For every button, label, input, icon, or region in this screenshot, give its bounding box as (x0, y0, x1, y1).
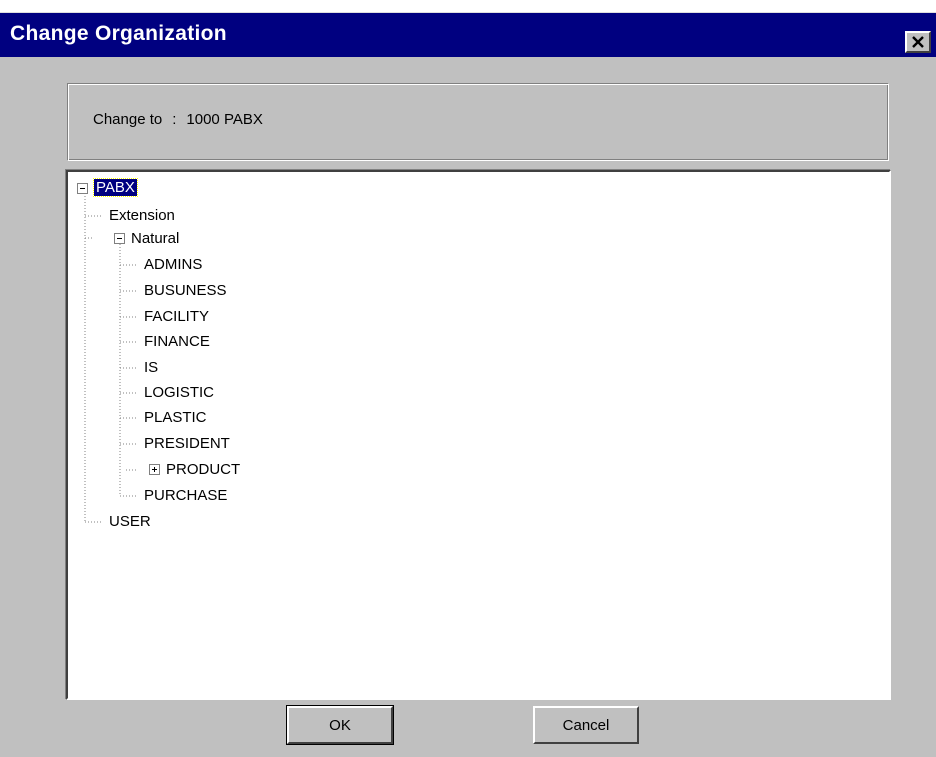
tree-node-facility[interactable]: FACILITY (142, 306, 211, 328)
tree-node-extension[interactable]: Extension (107, 205, 177, 227)
change-to-value: 1000 PABX (186, 111, 263, 128)
tree-node-user[interactable]: USER (107, 511, 153, 533)
tree-node-busuness[interactable]: BUSUNESS (142, 280, 229, 302)
tree-node-admins[interactable]: ADMINS (142, 254, 204, 276)
tree-node-finance[interactable]: FINANCE (142, 331, 212, 353)
organization-tree[interactable]: PABX Extension Natural ADMINS BUSUNESS F… (66, 170, 891, 700)
tree-node-is[interactable]: IS (142, 357, 160, 379)
tree-node-pabx[interactable]: PABX (93, 177, 138, 199)
tree-node-purchase[interactable]: PURCHASE (142, 485, 229, 507)
close-icon (911, 36, 925, 48)
tree-node-natural[interactable]: Natural (129, 228, 181, 250)
minus-icon (117, 238, 122, 239)
tree-node-product[interactable]: PRODUCT (164, 459, 242, 481)
window-title: Change Organization (10, 22, 227, 45)
change-to-label: Change to (93, 111, 163, 128)
pabx-collapse-toggle[interactable] (77, 183, 88, 194)
minus-icon (80, 188, 85, 189)
product-expand-toggle[interactable] (149, 464, 160, 475)
tree-node-logistic[interactable]: LOGISTIC (142, 382, 216, 404)
plus-icon (152, 467, 157, 472)
cancel-button[interactable]: Cancel (533, 706, 639, 744)
natural-collapse-toggle[interactable] (114, 233, 125, 244)
change-to-groupbox: Change to:1000 PABX (67, 83, 889, 161)
title-bar[interactable]: Change Organization (0, 13, 936, 57)
tree-node-plastic[interactable]: PLASTIC (142, 407, 209, 429)
ok-button[interactable]: OK (286, 705, 394, 745)
tree-node-president[interactable]: PRESIDENT (142, 433, 232, 455)
change-to-separator: : (172, 111, 177, 128)
change-organization-dialog: Change Organization Change to:1000 PABX (0, 12, 936, 757)
close-button[interactable] (905, 31, 931, 53)
change-to-line: Change to:1000 PABX (93, 111, 263, 128)
